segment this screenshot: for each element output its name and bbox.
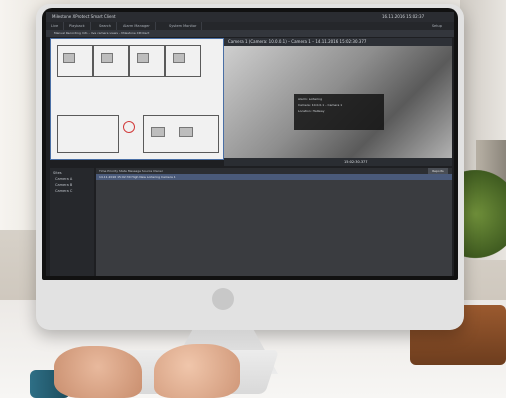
tab-playback[interactable]: Playback: [64, 22, 91, 30]
left-hand: [54, 346, 142, 398]
left-panel-item[interactable]: Camera C: [50, 187, 94, 193]
room: [57, 115, 119, 153]
desk-icon: [137, 53, 149, 63]
table-row[interactable]: 14.11.2016 15:02:30 High New Loitering C…: [96, 174, 452, 180]
alarm-list-header-text: Time Priority State Message Source Owner: [99, 169, 163, 173]
tab-search[interactable]: Search: [94, 22, 118, 30]
info-toolbar: Manual Recording Info – live camera view…: [46, 30, 454, 37]
left-panel-item[interactable]: Sites: [50, 168, 94, 175]
clock: 16.11.2016 15:02:37: [382, 14, 425, 19]
desk-icon: [63, 53, 75, 63]
right-hand: [154, 344, 240, 398]
titlebar: Milestone XProtect Smart Client 16.11.20…: [46, 12, 454, 22]
desk-icon: [101, 53, 113, 63]
timeline-time: 15:02:30.377: [344, 160, 368, 164]
desk-icon: [179, 127, 193, 137]
camera-header: Camera 1 (Camera: 10.0.0.1) – Camera 1 –…: [224, 38, 452, 46]
camera-view[interactable]: Alarm: Loitering Camera: 10.0.0.1 – Came…: [224, 46, 452, 158]
monitor-screen: Milestone XProtect Smart Client 16.11.20…: [46, 12, 454, 276]
timeline-bar[interactable]: 15:02:30.377: [224, 158, 452, 166]
tab-live[interactable]: Live: [46, 22, 65, 30]
tab-alarm-manager[interactable]: Alarm Manager: [118, 22, 156, 30]
left-panel: Sites Camera A Camera B Camera C: [50, 168, 94, 276]
apple-logo-icon: [212, 288, 234, 310]
camera-title: Camera 1 (Camera: 10.0.0.1) – Camera 1 –…: [228, 39, 367, 44]
desk-icon: [151, 127, 165, 137]
camera-info-line: Location: Hallway: [298, 109, 325, 113]
tab-bar: Live Playback Search Alarm Manager Syste…: [46, 22, 454, 30]
alarm-list: Time Priority State Message Source Owner…: [96, 168, 452, 276]
info-text: Manual Recording Info – live camera view…: [54, 31, 150, 35]
floor-plan-map[interactable]: [50, 38, 224, 160]
alarm-marker-icon[interactable]: [123, 121, 135, 133]
camera-info-box: Alarm: Loitering Camera: 10.0.0.1 – Came…: [294, 94, 384, 130]
app-title: Milestone XProtect Smart Client: [52, 14, 116, 19]
table-row-text: 14.11.2016 15:02:30 High New Loitering C…: [99, 175, 176, 179]
desk-icon: [173, 53, 185, 63]
setup-button[interactable]: Setup: [432, 22, 442, 30]
tab-system-monitor[interactable]: System Monitor: [164, 22, 203, 30]
